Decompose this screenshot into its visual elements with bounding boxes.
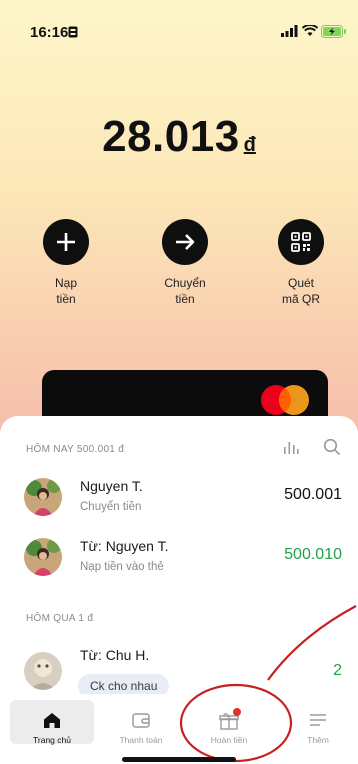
yesterday-header: HÔM QUA 1 đ [26, 613, 94, 624]
transaction-row[interactable]: Từ: Chu H. 2 [0, 642, 358, 694]
avatar [24, 652, 62, 690]
scan-qr-button[interactable]: Quét mã QR [253, 219, 349, 307]
nav-cashback[interactable]: Hoàn tiền [187, 700, 271, 745]
qr-code-icon [291, 232, 311, 252]
today-header: HÔM NAY 500.001 đ [26, 444, 125, 455]
nav-home-label: Trang chủ [33, 735, 71, 745]
transfer-button[interactable]: Chuyển tiền [137, 219, 233, 307]
home-icon [44, 713, 60, 728]
status-bar: 16:16 [0, 0, 358, 56]
home-indicator [122, 757, 236, 762]
avatar [24, 538, 62, 576]
top-up-button[interactable]: Nạp tiền [18, 219, 114, 307]
scan-qr-label: Quét mã QR [281, 276, 320, 306]
transaction-subtitle: Nạp tiền vào thẻ [80, 561, 164, 573]
battery-charging-icon [321, 25, 346, 38]
transaction-title: Nguyen T. [80, 478, 143, 494]
transaction-row[interactable]: Từ: Nguyen T. Nạp tiền vào thẻ 500.010 [0, 532, 358, 584]
signal-icon [281, 25, 298, 37]
top-up-circle[interactable] [43, 219, 89, 265]
nav-more-label: Thêm [307, 735, 329, 745]
transaction-row[interactable]: Nguyen T. Chuyển tiền 500.001 [0, 472, 358, 524]
transaction-title: Từ: Chu H. [80, 647, 150, 663]
top-up-label: Nạp tiền [54, 276, 77, 306]
nav-more[interactable]: Thêm [276, 700, 358, 745]
transaction-amount: 500.001 [284, 486, 342, 503]
transaction-title: Từ: Nguyen T. [80, 538, 169, 554]
balance-amount: 28.013 [102, 112, 240, 161]
bar-chart-icon[interactable] [282, 438, 300, 456]
mastercard-logo [261, 385, 309, 415]
balance-currency: đ [243, 134, 256, 156]
plus-icon [57, 233, 75, 251]
scan-qr-circle[interactable] [278, 219, 324, 265]
nav-home[interactable]: Trang chủ [10, 700, 94, 745]
sim-icon [68, 26, 78, 38]
bottom-nav: Trang chủ Thanh toán Hoàn tiền Thêm [0, 694, 358, 764]
arrow-right-icon [176, 234, 195, 250]
nav-payment[interactable]: Thanh toán [99, 700, 183, 745]
notification-dot [233, 708, 241, 716]
menu-icon [310, 714, 326, 726]
nav-cashback-label: Hoàn tiền [210, 735, 248, 745]
wallet-icon [132, 713, 150, 728]
transaction-amount: 500.010 [284, 546, 342, 563]
status-time: 16:16 [30, 24, 69, 41]
avatar [24, 478, 62, 516]
transfer-label: Chuyển tiền [164, 276, 206, 306]
transaction-subtitle: Chuyển tiền [80, 501, 142, 513]
transfer-circle[interactable] [162, 219, 208, 265]
wifi-icon [302, 25, 318, 36]
nav-payment-label: Thanh toán [119, 735, 163, 745]
search-icon[interactable] [323, 438, 341, 456]
transaction-amount: 2 [333, 662, 342, 679]
balance-display: 28.013 đ [0, 112, 358, 162]
